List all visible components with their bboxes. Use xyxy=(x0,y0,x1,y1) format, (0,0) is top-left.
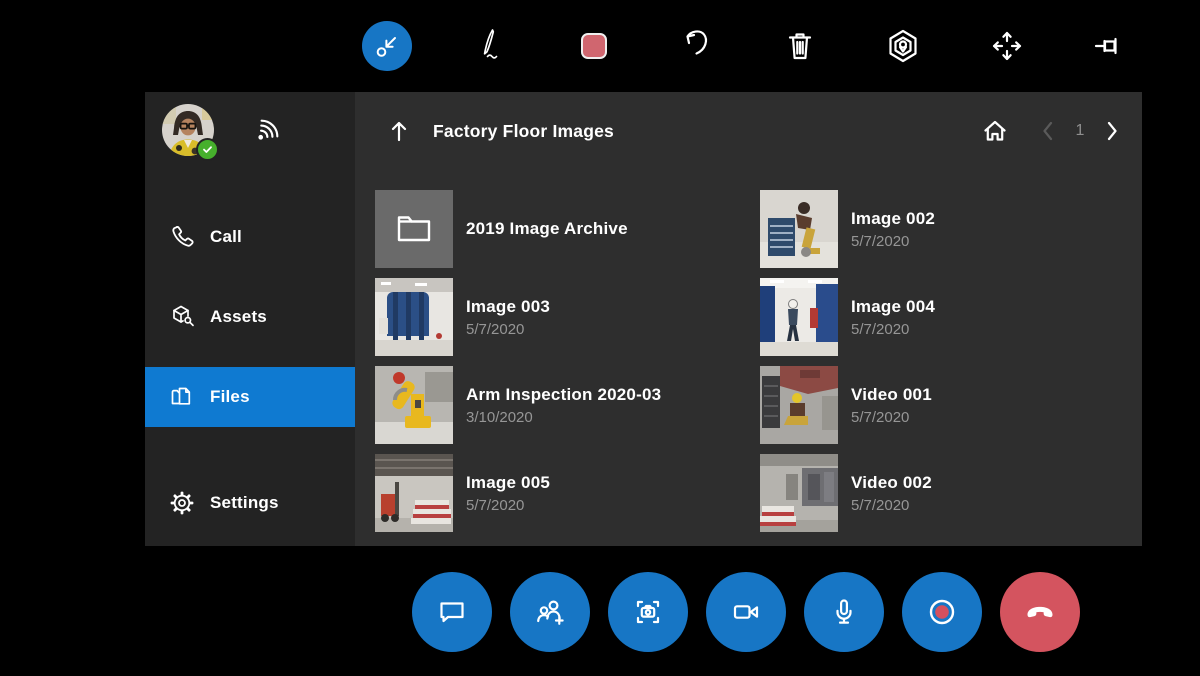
microphone-button[interactable] xyxy=(804,572,884,652)
sidebar-item-call[interactable]: Call xyxy=(145,207,355,267)
sidebar-item-settings[interactable]: Settings xyxy=(145,473,355,533)
end-call-button[interactable] xyxy=(1000,572,1080,652)
undo-icon xyxy=(675,24,719,68)
color-picker-button[interactable] xyxy=(569,21,619,71)
asset-box-wrench-icon xyxy=(168,303,196,331)
video-camera-icon xyxy=(728,594,764,630)
home-button[interactable] xyxy=(982,118,1008,144)
file-item-image-005[interactable]: Image 005 5/7/2020 xyxy=(375,449,760,537)
file-date: 5/7/2020 xyxy=(466,320,525,338)
file-name: 2019 Image Archive xyxy=(466,219,628,239)
arrow-annotation-icon xyxy=(372,31,402,61)
record-button[interactable] xyxy=(902,572,982,652)
video-camera-button[interactable] xyxy=(706,572,786,652)
user-row xyxy=(162,104,282,161)
chat-bubble-icon xyxy=(434,594,470,630)
presence-online-badge xyxy=(196,138,219,161)
file-item-image-004[interactable]: Image 004 5/7/2020 xyxy=(760,273,1145,361)
camera-capture-icon xyxy=(630,594,666,630)
file-date: 5/7/2020 xyxy=(466,496,525,514)
file-item-image-003[interactable]: Image 003 5/7/2020 xyxy=(375,273,760,361)
image-thumbnail xyxy=(375,366,453,444)
record-icon xyxy=(924,594,960,630)
file-name: Arm Inspection 2020-03 xyxy=(466,385,662,405)
hang-up-icon xyxy=(1022,594,1058,630)
page-number: 1 xyxy=(1075,122,1085,139)
file-date: 5/7/2020 xyxy=(851,496,910,514)
ink-pen-icon xyxy=(468,24,512,68)
file-grid: 2019 Image Archive Image 002 5/7/2020 Im… xyxy=(355,185,1142,537)
trash-icon xyxy=(778,24,822,68)
sidebar-item-label: Settings xyxy=(210,493,279,512)
folder-title: Factory Floor Images xyxy=(433,120,614,141)
sidebar-item-files[interactable]: Files xyxy=(145,367,355,427)
sidebar-item-assets[interactable]: Assets xyxy=(145,287,355,347)
file-name: Video 002 xyxy=(851,473,932,493)
file-date: 3/10/2020 xyxy=(466,408,533,426)
pagination: 1 xyxy=(982,118,1122,144)
take-photo-button[interactable] xyxy=(608,572,688,652)
file-item-video-002[interactable]: Video 002 5/7/2020 xyxy=(760,449,1145,537)
avatar[interactable] xyxy=(162,104,219,161)
chevron-right-icon xyxy=(1102,119,1122,143)
file-name: Image 003 xyxy=(466,297,551,317)
chevron-left-icon xyxy=(1038,119,1058,143)
sidebar-item-label: Call xyxy=(210,227,242,246)
file-item-image-002[interactable]: Image 002 5/7/2020 xyxy=(760,185,1145,273)
annotation-toolbar xyxy=(355,0,1142,92)
folder-thumbnail xyxy=(375,190,453,268)
navigate-up-button[interactable] xyxy=(385,117,413,145)
undo-button[interactable] xyxy=(672,21,722,71)
file-name: Video 001 xyxy=(851,385,932,405)
image-thumbnail xyxy=(760,190,838,268)
files-icon xyxy=(168,383,196,411)
file-panel-header: Factory Floor Images 1 xyxy=(355,110,1142,152)
sidebar-item-label: Files xyxy=(210,387,250,406)
next-page-button[interactable] xyxy=(1102,119,1122,143)
file-item-archive-folder[interactable]: 2019 Image Archive xyxy=(375,185,760,273)
move-button[interactable] xyxy=(982,21,1032,71)
sidebar-item-label: Assets xyxy=(210,307,267,326)
add-participant-button[interactable] xyxy=(510,572,590,652)
color-swatch-icon xyxy=(580,33,607,59)
image-thumbnail xyxy=(375,278,453,356)
file-name: Image 005 xyxy=(466,473,551,493)
up-arrow-icon xyxy=(385,117,413,145)
chat-button[interactable] xyxy=(412,572,492,652)
phone-icon xyxy=(168,223,196,251)
file-panel: Factory Floor Images 1 2019 Image Archiv… xyxy=(355,92,1142,546)
file-item-arm-inspection[interactable]: Arm Inspection 2020-03 3/10/2020 xyxy=(375,361,760,449)
file-date: 5/7/2020 xyxy=(851,232,910,250)
add-person-icon xyxy=(532,594,568,630)
move-arrows-icon xyxy=(985,24,1029,68)
microphone-icon xyxy=(826,594,862,630)
gear-icon xyxy=(168,489,196,517)
file-name: Image 004 xyxy=(851,297,936,317)
pushpin-icon xyxy=(1088,24,1132,68)
pin-button[interactable] xyxy=(1085,21,1135,71)
file-name: Image 002 xyxy=(851,209,936,229)
spatial-marker-button[interactable] xyxy=(878,21,928,71)
ink-annotation-button[interactable] xyxy=(465,21,515,71)
sidebar: Call Assets Files Settings xyxy=(145,92,355,546)
delete-button[interactable] xyxy=(775,21,825,71)
previous-page-button[interactable] xyxy=(1038,119,1058,143)
file-item-video-001[interactable]: Video 001 5/7/2020 xyxy=(760,361,1145,449)
home-icon xyxy=(982,118,1008,144)
file-date: 5/7/2020 xyxy=(851,408,910,426)
call-controls-bar xyxy=(412,572,1080,652)
location-marker-icon xyxy=(881,24,925,68)
video-thumbnail xyxy=(760,454,838,532)
arrow-annotation-button[interactable] xyxy=(362,21,412,71)
image-thumbnail xyxy=(375,454,453,532)
wifi-signal-icon xyxy=(250,116,282,148)
file-date: 5/7/2020 xyxy=(851,320,910,338)
video-thumbnail xyxy=(760,366,838,444)
image-thumbnail xyxy=(760,278,838,356)
